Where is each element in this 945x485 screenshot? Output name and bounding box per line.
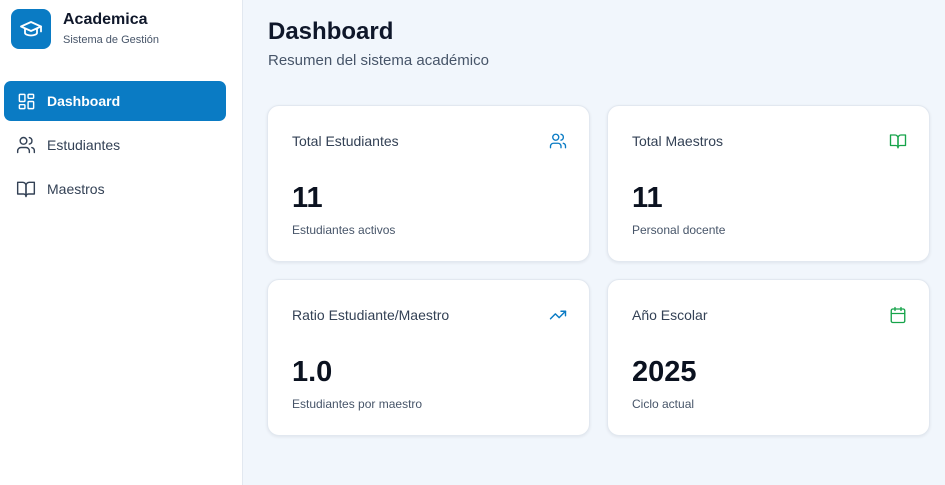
sidebar-item-maestros[interactable]: Maestros	[4, 169, 226, 209]
brand-subtitle: Sistema de Gestión	[63, 34, 159, 46]
card-title: Año Escolar	[632, 307, 708, 323]
stat-card-ano-escolar: Año Escolar 2025 Ciclo actual	[607, 279, 930, 436]
card-title: Ratio Estudiante/Maestro	[292, 307, 450, 323]
card-description: Personal docente	[632, 223, 726, 237]
sidebar-item-label: Maestros	[47, 181, 105, 197]
stat-card-ratio: Ratio Estudiante/Maestro 1.0 Estudiantes…	[267, 279, 590, 436]
dashboard-grid-icon	[16, 91, 36, 111]
brand[interactable]: Academica Sistema de Gestión	[11, 9, 159, 49]
users-icon	[549, 132, 567, 150]
card-value: 2025	[632, 356, 697, 388]
sidebar-nav: Dashboard Estudiantes Maestros	[4, 81, 226, 213]
page-subtitle: Resumen del sistema académico	[268, 52, 489, 69]
book-open-icon	[16, 179, 36, 199]
trending-up-icon	[549, 306, 567, 324]
sidebar-item-dashboard[interactable]: Dashboard	[4, 81, 226, 121]
page-title: Dashboard	[268, 18, 394, 45]
sidebar: Academica Sistema de Gestión Dashboard E…	[0, 0, 243, 485]
sidebar-item-label: Dashboard	[47, 93, 121, 109]
card-description: Estudiantes por maestro	[292, 397, 423, 411]
book-open-icon	[889, 132, 907, 150]
card-value: 11	[632, 182, 663, 214]
stat-card-total-maestros: Total Maestros 11 Personal docente	[607, 105, 930, 262]
card-value: 1.0	[292, 356, 333, 388]
sidebar-item-label: Estudiantes	[47, 137, 121, 153]
users-icon	[16, 135, 36, 155]
card-description: Estudiantes activos	[292, 223, 396, 237]
brand-name: Academica	[63, 11, 148, 28]
card-value: 11	[292, 182, 323, 214]
card-description: Ciclo actual	[632, 397, 695, 411]
stat-card-total-estudiantes: Total Estudiantes 11 Estudiantes activos	[267, 105, 590, 262]
card-title: Total Estudiantes	[292, 133, 399, 149]
card-title: Total Maestros	[632, 133, 724, 149]
graduation-cap-icon	[11, 9, 51, 49]
sidebar-item-estudiantes[interactable]: Estudiantes	[4, 125, 226, 165]
main-content: Dashboard Resumen del sistema académico …	[243, 0, 945, 485]
calendar-icon	[889, 306, 907, 324]
